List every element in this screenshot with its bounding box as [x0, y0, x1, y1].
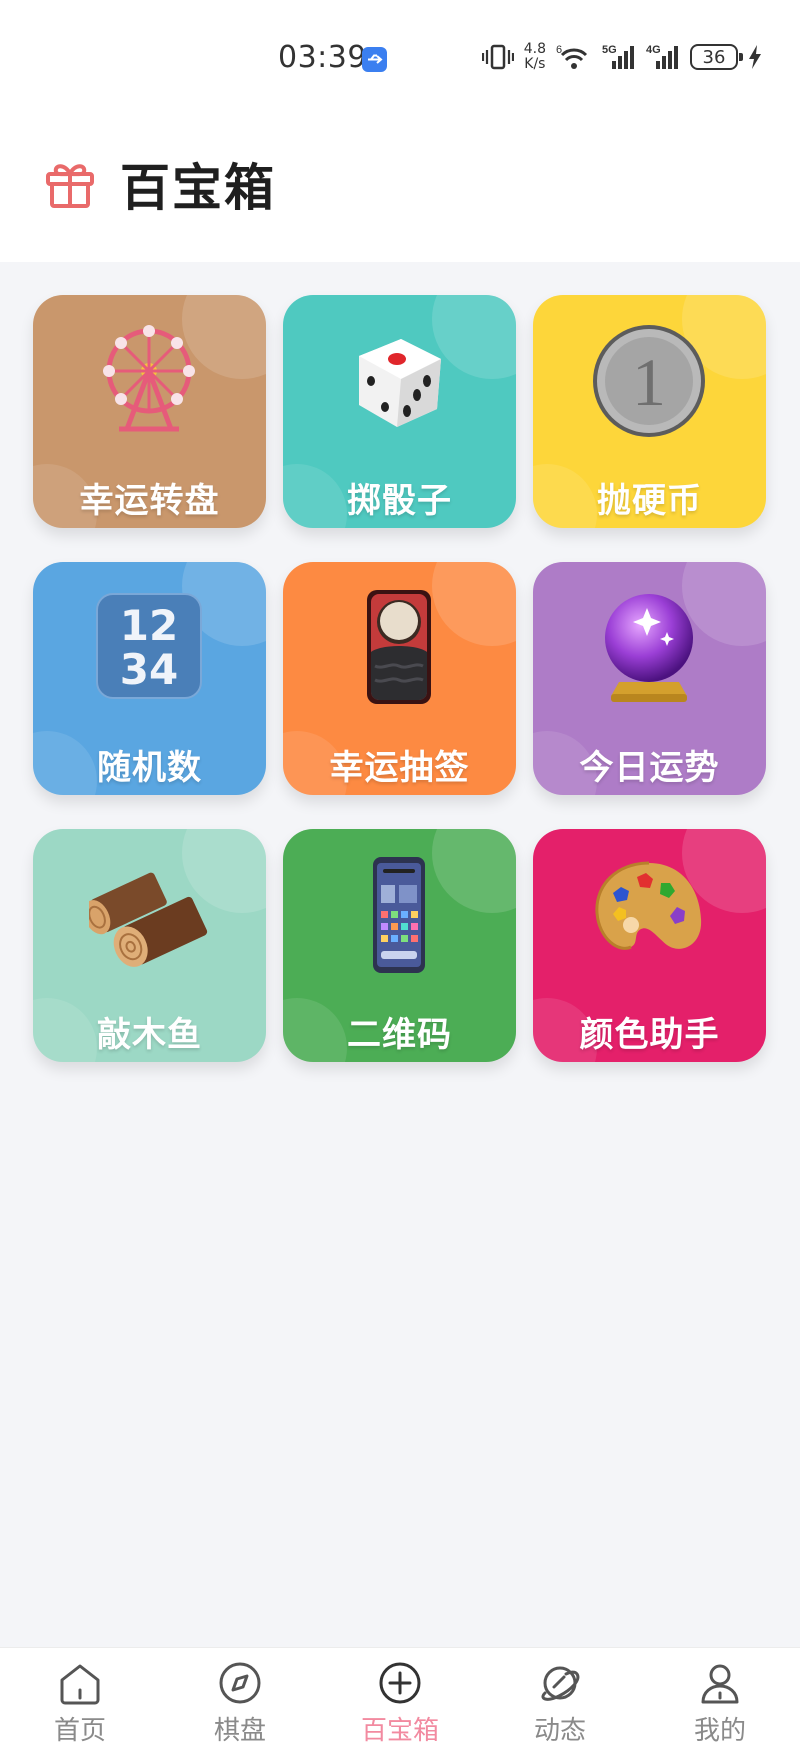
tool-dice[interactable]: 掷骰子	[283, 295, 516, 528]
phone-icon	[373, 857, 425, 973]
coin-icon: 1	[593, 325, 705, 437]
plus-circle-icon	[379, 1662, 421, 1704]
net-speed-value: 4.8	[523, 41, 546, 57]
page-title: 百宝箱	[120, 159, 276, 217]
nav-label: 动态	[533, 1716, 586, 1746]
home-icon	[60, 1664, 100, 1705]
tool-qr-code[interactable]: 二维码	[283, 829, 516, 1062]
nav-home[interactable]: 首页	[10, 1648, 150, 1760]
net-speed-unit: K/s	[524, 56, 546, 72]
ferris-wheel-icon	[103, 325, 195, 432]
signal-4g-icon: 4G	[646, 44, 678, 69]
tool-label: 随机数	[97, 748, 202, 788]
gift-icon	[46, 164, 94, 208]
tool-label: 颜色助手	[579, 1015, 720, 1055]
number-block-line2: 34	[120, 645, 178, 694]
tool-wooden-fish[interactable]: 敲木鱼	[33, 829, 266, 1062]
status-time: 03:39	[278, 40, 367, 75]
wifi-icon: 6	[556, 44, 588, 69]
battery-indicator: 36	[690, 44, 743, 70]
tool-label: 抛硬币	[597, 481, 702, 521]
tool-color-helper[interactable]: 颜色助手	[533, 829, 766, 1062]
net-speed: 4.8 K/s	[524, 42, 546, 72]
nav-label: 首页	[53, 1716, 106, 1746]
planet-icon	[541, 1666, 580, 1701]
tool-label: 二维码	[347, 1015, 452, 1055]
tool-label: 敲木鱼	[97, 1015, 202, 1055]
nav-board[interactable]: 棋盘	[170, 1648, 310, 1760]
signal-4g-label: 4G	[646, 44, 661, 56]
tool-label: 掷骰子	[347, 481, 452, 521]
number-block-line1: 12	[120, 601, 178, 650]
tool-label: 今日运势	[579, 748, 720, 788]
palette-icon	[595, 861, 702, 950]
crystal-ball-icon	[605, 594, 693, 702]
person-icon	[701, 1664, 739, 1704]
usb-icon	[362, 47, 387, 72]
signal-5g-icon: 5G	[602, 44, 634, 69]
page-header: 百宝箱	[0, 118, 800, 262]
tool-label: 幸运抽签	[329, 748, 470, 788]
nav-label: 百宝箱	[360, 1716, 439, 1746]
nav-label: 棋盘	[213, 1716, 266, 1746]
tool-random-number[interactable]: 12 34 随机数	[33, 562, 266, 795]
tool-lucky-wheel[interactable]: 幸运转盘	[33, 295, 266, 528]
nav-toolbox[interactable]: 百宝箱	[330, 1648, 470, 1760]
charging-icon	[749, 45, 761, 69]
status-bar: 03:39 4.8 K/s 6 5G 4G 36	[0, 0, 800, 118]
dice-icon	[359, 339, 441, 427]
coin-number: 1	[632, 344, 666, 420]
bottom-nav: 首页 棋盘 百宝箱 动态 我的	[0, 1647, 800, 1760]
number-block-icon: 12 34	[96, 593, 202, 699]
wood-log-icon	[89, 872, 208, 967]
nav-profile[interactable]: 我的	[650, 1648, 790, 1760]
nav-label: 我的	[693, 1716, 746, 1746]
status-icons: 4.8 K/s 6 5G 4G 36	[481, 40, 762, 74]
nav-activity[interactable]: 动态	[490, 1648, 630, 1760]
compass-icon	[219, 1662, 261, 1704]
tool-fortune-draw[interactable]: 幸运抽签	[283, 562, 516, 795]
signal-5g-label: 5G	[602, 44, 617, 56]
vibrate-icon	[481, 44, 514, 70]
fortune-stick-icon	[367, 590, 431, 704]
tool-label: 幸运转盘	[79, 481, 220, 521]
tool-grid: 幸运转盘 掷骰子 1 抛硬币 12 34 随机数 幸运抽签 今日运势 敲木鱼 二…	[33, 295, 766, 1062]
tool-daily-fortune[interactable]: 今日运势	[533, 562, 766, 795]
tool-coin[interactable]: 1 抛硬币	[533, 295, 766, 528]
